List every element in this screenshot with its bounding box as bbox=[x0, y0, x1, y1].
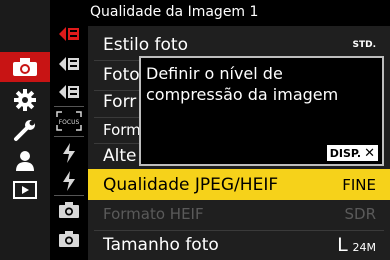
image-quality-icon bbox=[59, 27, 79, 41]
menu-item-label: Foto bbox=[103, 64, 140, 85]
gear-icon bbox=[14, 89, 36, 111]
main-tab-column bbox=[0, 0, 50, 260]
photo-style-value: STD. bbox=[352, 39, 376, 50]
tab-photo[interactable] bbox=[0, 52, 50, 82]
camera-icon bbox=[13, 58, 37, 76]
photo-size-value: L 24M bbox=[337, 234, 376, 256]
menu-item-label: Forr bbox=[103, 91, 137, 112]
wrench-icon bbox=[14, 120, 35, 141]
subpage-flash-1[interactable] bbox=[50, 140, 88, 166]
flash-icon bbox=[63, 171, 75, 191]
page-title: Qualidade da Imagem 1 bbox=[90, 4, 259, 20]
submenu-divider bbox=[54, 195, 84, 196]
jpeg-quality-value: FINE bbox=[342, 175, 376, 194]
focus-icon: FOCUS bbox=[56, 111, 82, 131]
menu-item-label: Form bbox=[103, 120, 141, 139]
focus-icon-label: FOCUS bbox=[59, 119, 80, 126]
camera-icon bbox=[59, 202, 79, 218]
menu-item-label: Estilo foto bbox=[103, 34, 188, 55]
disp-close-button[interactable]: DISP. ✕ bbox=[326, 145, 378, 161]
submenu-divider bbox=[54, 136, 84, 137]
tab-my-menu[interactable] bbox=[0, 146, 50, 176]
person-icon bbox=[16, 151, 34, 171]
help-tooltip: Definir o nível de compressão da imagem … bbox=[139, 56, 384, 166]
menu-item-label: Qualidade JPEG/HEIF bbox=[103, 174, 279, 195]
tab-custom[interactable] bbox=[0, 85, 50, 115]
submenu-icon-column: FOCUS bbox=[50, 0, 88, 260]
disp-button-label: DISP. bbox=[329, 146, 362, 160]
subpage-shooting-2[interactable] bbox=[50, 226, 88, 252]
subpage-image-quality-3[interactable] bbox=[50, 79, 88, 105]
tab-setup[interactable] bbox=[0, 115, 50, 145]
subpage-image-quality-1[interactable] bbox=[50, 21, 88, 47]
play-icon bbox=[13, 181, 37, 199]
submenu-divider bbox=[54, 106, 84, 107]
heif-format-value: SDR bbox=[344, 204, 377, 223]
menu-item-photo-size[interactable]: Tamanho foto L 24M bbox=[88, 229, 390, 260]
tab-playback[interactable] bbox=[0, 175, 50, 205]
menu-item-jpeg-heif-quality[interactable]: Qualidade JPEG/HEIF FINE bbox=[88, 169, 390, 200]
photo-size-megapixels: 24M bbox=[352, 240, 377, 254]
menu-item-label: Tamanho foto bbox=[103, 234, 219, 255]
menu-item-heif-format: Formato HEIF SDR bbox=[88, 198, 390, 229]
photo-size-letter: L bbox=[337, 233, 348, 256]
subpage-image-quality-2[interactable] bbox=[50, 51, 88, 77]
subpage-flash-2[interactable] bbox=[50, 168, 88, 194]
tooltip-text: Definir o nível de compressão da imagem bbox=[146, 64, 339, 104]
image-quality-icon bbox=[59, 85, 79, 99]
camera-icon bbox=[59, 231, 79, 247]
subpage-focus[interactable]: FOCUS bbox=[50, 108, 88, 134]
menu-item-label: Alte bbox=[103, 145, 137, 166]
menu-item-label: Formato HEIF bbox=[103, 204, 204, 223]
subpage-shooting-1[interactable] bbox=[50, 197, 88, 223]
image-quality-icon bbox=[59, 57, 79, 71]
close-icon: ✕ bbox=[364, 145, 375, 161]
flash-icon bbox=[63, 143, 75, 163]
